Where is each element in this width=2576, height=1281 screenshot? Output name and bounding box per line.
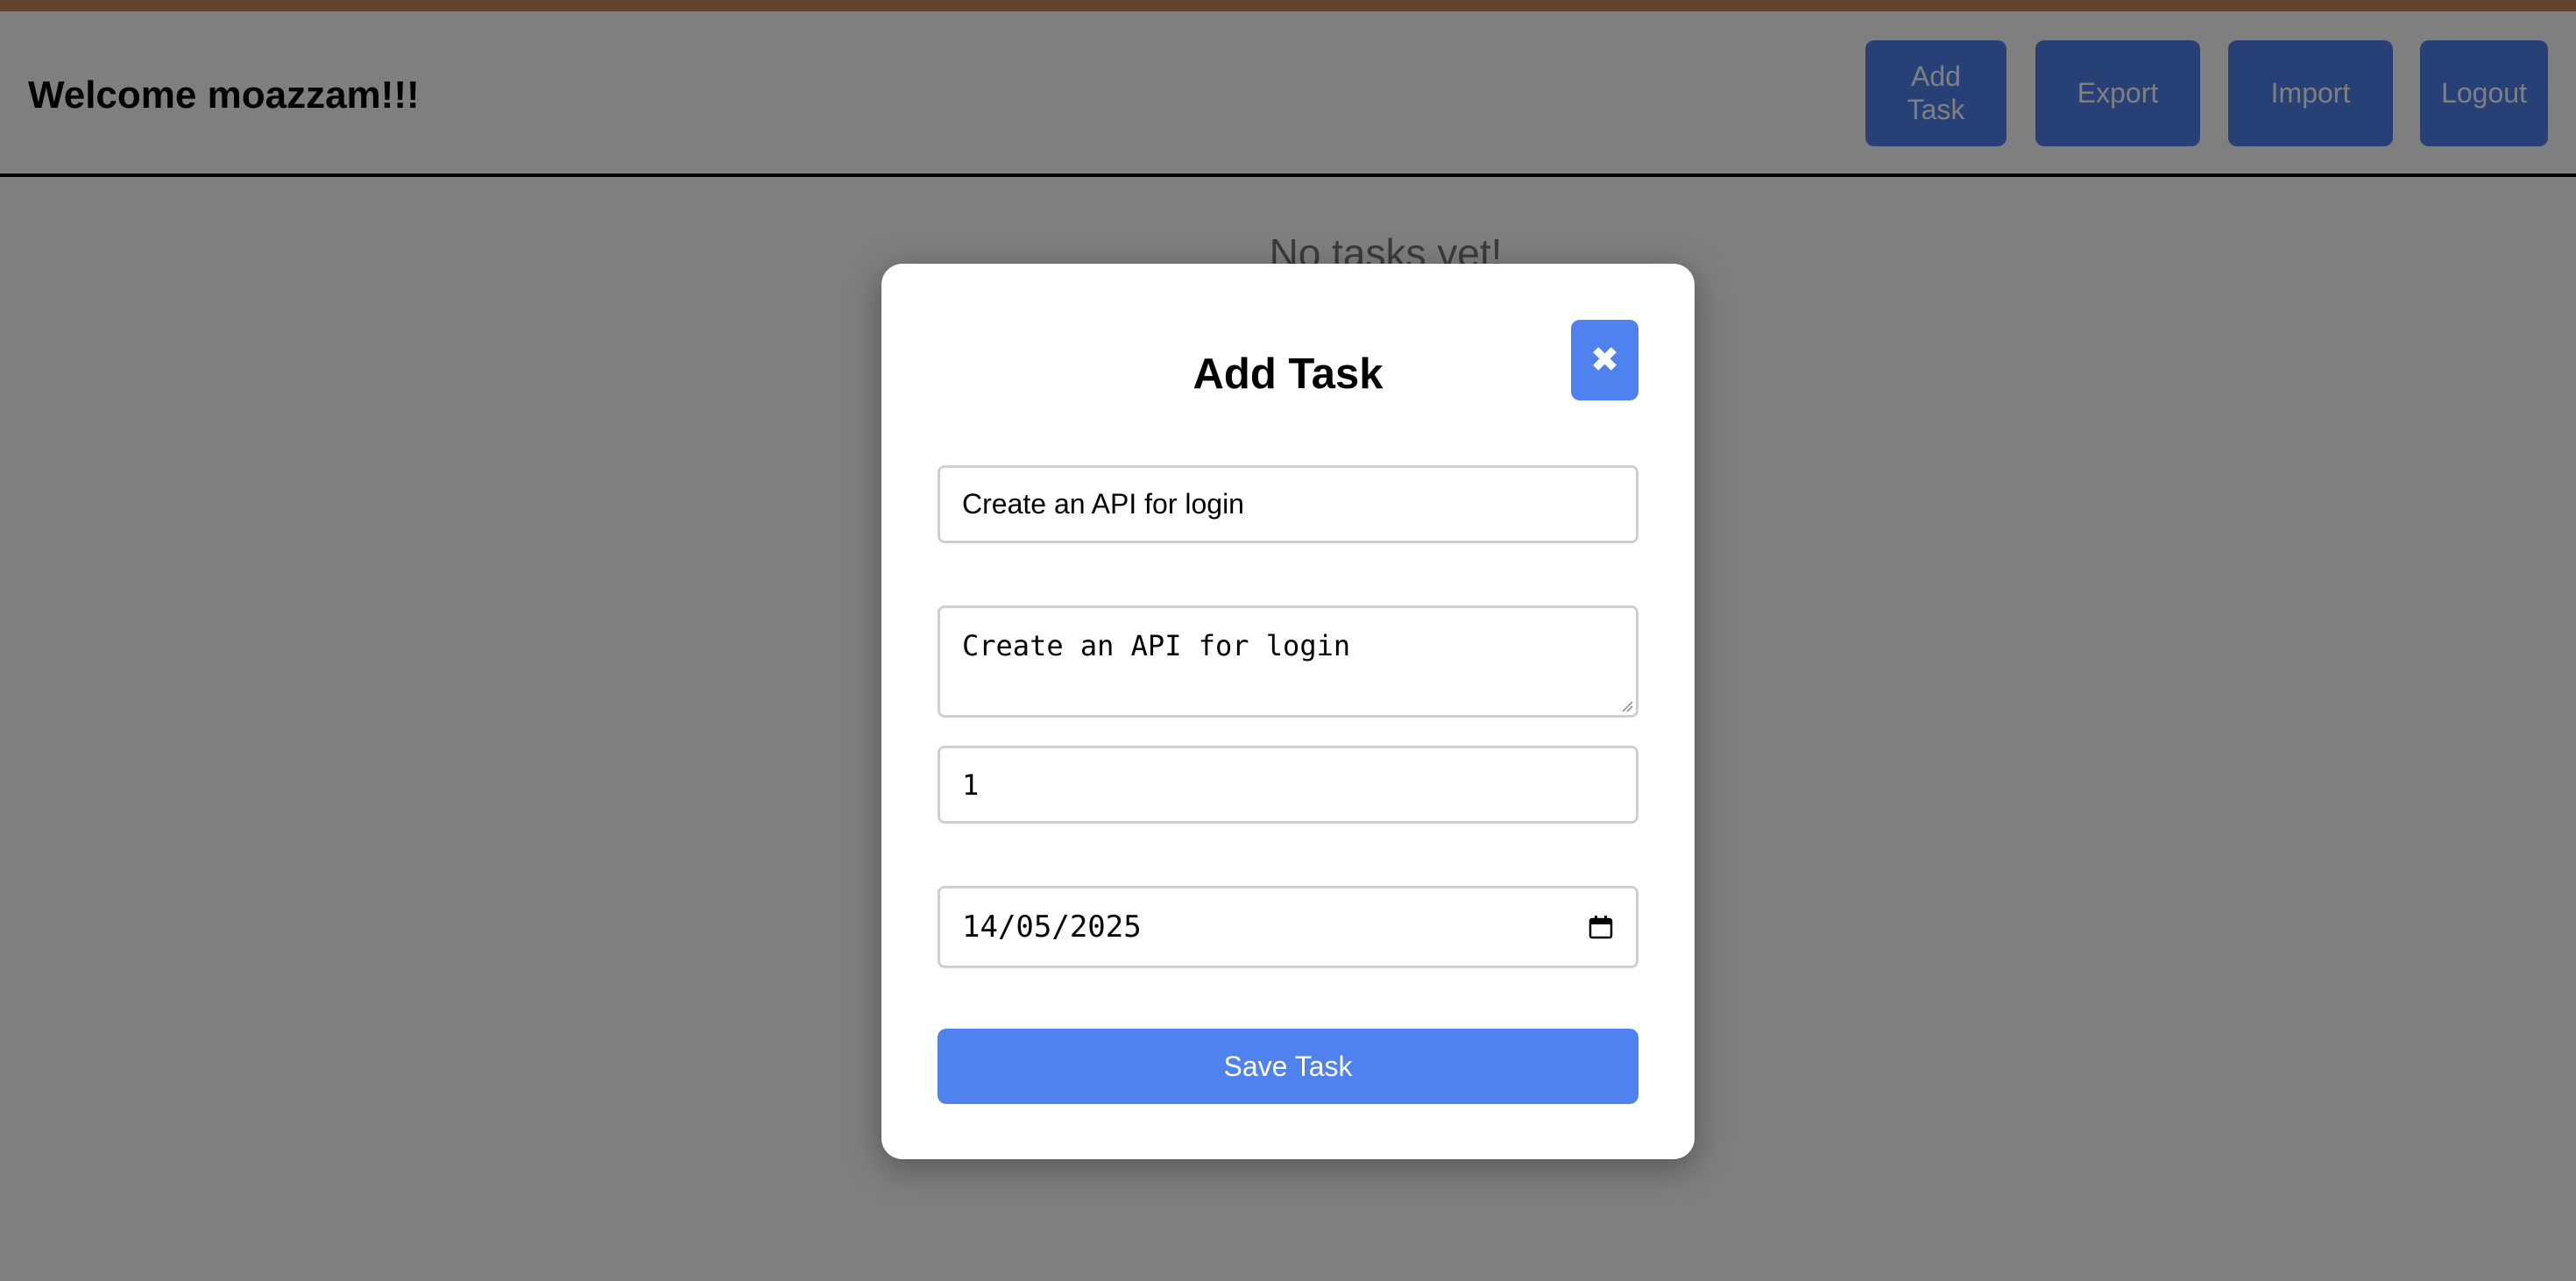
add-task-modal: Add Task ✖ Create an API for login Creat… <box>881 264 1695 1159</box>
close-modal-button[interactable]: ✖ <box>1571 320 1638 400</box>
task-title-input[interactable]: Create an API for login <box>938 465 1638 543</box>
task-due-date-value: 14/05/2025 <box>962 909 1142 945</box>
calendar-icon[interactable] <box>1588 914 1614 940</box>
task-title-value: Create an API for login <box>962 488 1244 520</box>
task-priority-value: 1 <box>962 768 980 802</box>
task-due-date-input[interactable]: 14/05/2025 <box>938 886 1638 968</box>
task-description-value: Create an API for login <box>962 629 1351 662</box>
close-icon: ✖ <box>1589 341 1620 379</box>
save-task-button[interactable]: Save Task <box>938 1029 1638 1104</box>
task-priority-input[interactable]: 1 <box>938 746 1638 824</box>
task-description-textarea[interactable]: Create an API for login <box>938 605 1638 718</box>
resize-handle-icon[interactable] <box>1621 700 1633 712</box>
